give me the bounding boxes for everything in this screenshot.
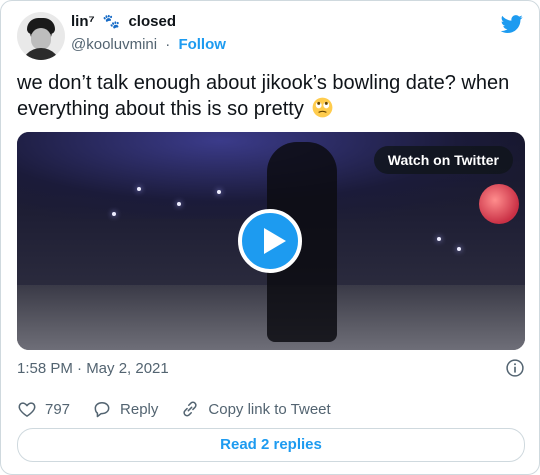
play-icon <box>264 228 286 254</box>
copy-link-label: Copy link to Tweet <box>208 400 331 418</box>
name-suffix: closed <box>128 13 176 30</box>
read-replies-button[interactable]: Read 2 replies <box>17 428 525 462</box>
tweet-timestamp[interactable]: 1:58 PM · May 2, 2021 <box>17 360 169 377</box>
tweet-actions: 797 Reply Copy link to Tweet <box>17 399 353 419</box>
author-handle[interactable]: @kooluvmini <box>71 36 157 53</box>
reply-label: Reply <box>120 400 159 418</box>
like-count: 797 <box>45 400 71 418</box>
separator: · <box>165 36 171 53</box>
play-button[interactable] <box>238 209 302 273</box>
paw-prints-emoji: 🐾 <box>102 13 121 29</box>
follow-button[interactable]: Follow <box>178 36 226 53</box>
rolling-eyes-emoji <box>312 97 333 118</box>
tweet-text-body: we don’t talk enough about jikook’s bowl… <box>17 72 510 120</box>
video-thumbnail[interactable]: Watch on Twitter <box>17 132 525 350</box>
avatar[interactable] <box>17 12 65 60</box>
like-button[interactable]: 797 <box>17 399 70 419</box>
reply-icon <box>94 402 110 418</box>
author-name[interactable]: lin⁷ 🐾 closed <box>71 13 176 30</box>
handle-row: @kooluvmini · Follow <box>71 36 226 53</box>
tweet-card: lin⁷ 🐾 closed @kooluvmini · Follow we do… <box>0 0 540 475</box>
link-icon <box>183 401 197 417</box>
heart-icon <box>18 402 36 417</box>
reply-button[interactable]: Reply <box>92 399 158 419</box>
copy-link-button[interactable]: Copy link to Tweet <box>180 399 331 419</box>
twitter-bird-icon[interactable] <box>499 13 525 35</box>
tweet-text: we don’t talk enough about jikook’s bowl… <box>17 70 522 122</box>
display-name: lin⁷ <box>71 13 95 30</box>
info-icon[interactable] <box>505 358 525 378</box>
watch-on-twitter-button[interactable]: Watch on Twitter <box>373 146 513 174</box>
